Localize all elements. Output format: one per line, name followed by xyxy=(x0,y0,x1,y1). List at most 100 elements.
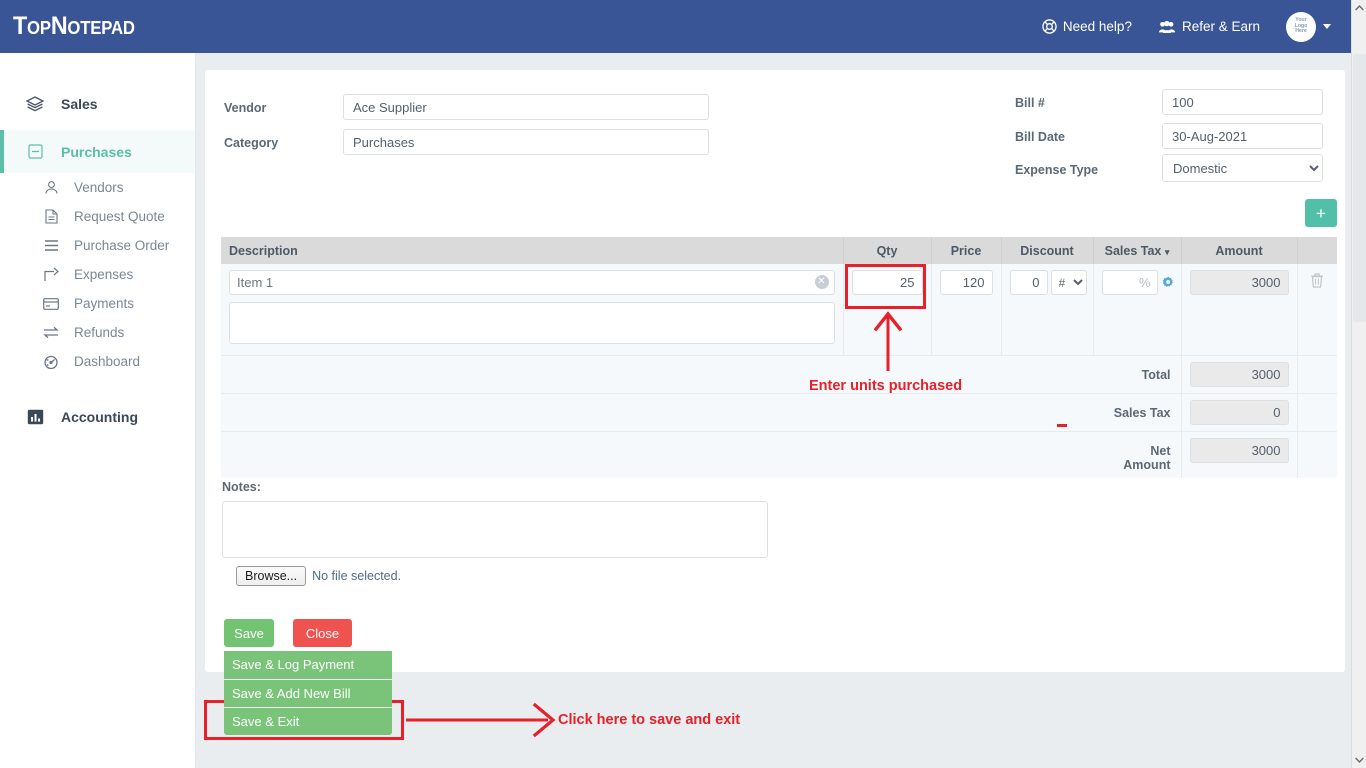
close-button[interactable]: Close xyxy=(293,619,352,647)
list-icon xyxy=(42,239,60,252)
category-input[interactable] xyxy=(343,129,709,155)
cell-delete xyxy=(1297,264,1337,356)
chevron-down-icon[interactable]: ▾ xyxy=(1165,247,1170,257)
cell-qty xyxy=(843,264,931,356)
total-action-spacer xyxy=(1297,356,1337,394)
page-content: Vendor Category Bill # Bill Date Expense… xyxy=(196,53,1351,768)
discount-input[interactable] xyxy=(1010,270,1048,295)
clear-icon[interactable]: ✕ xyxy=(815,275,829,289)
long-description-textarea[interactable] xyxy=(229,302,835,344)
vendor-input[interactable] xyxy=(343,94,709,120)
user-icon xyxy=(42,180,60,195)
chevron-down-icon[interactable] xyxy=(1323,24,1331,29)
cell-price xyxy=(931,264,1001,356)
cell-discount: # % xyxy=(1001,264,1093,356)
user-menu[interactable]: Your Logo Here xyxy=(1286,12,1331,42)
gear-icon[interactable] xyxy=(1162,276,1175,289)
menu-item-save-add-new-bill[interactable]: Save & Add New Bill xyxy=(224,679,392,707)
menu-item-save-log-payment[interactable]: Save & Log Payment xyxy=(224,651,392,679)
sidebar-item-dashboard[interactable]: Dashboard xyxy=(0,347,195,376)
sidebar-item-purchase-order[interactable]: Purchase Order xyxy=(0,231,195,260)
qty-annotation-text: Enter units purchased xyxy=(809,378,962,394)
cell-sales-tax xyxy=(1093,264,1181,356)
sidebar-item-payments[interactable]: Payments xyxy=(0,289,195,318)
trash-icon[interactable] xyxy=(1306,270,1330,288)
salestax-spacer xyxy=(221,394,1093,432)
avatar-line-3: Here xyxy=(1295,29,1307,35)
header-sales-tax-label: Sales Tax xyxy=(1105,244,1162,258)
scroll-down-arrow-icon[interactable] xyxy=(1352,752,1366,768)
qty-input[interactable] xyxy=(852,270,923,295)
sidebar-item-label: Purchases xyxy=(61,144,132,160)
scroll-up-arrow-icon[interactable] xyxy=(1352,0,1366,16)
total-value xyxy=(1190,362,1289,387)
file-upload-row: Browse... No file selected. xyxy=(236,566,401,586)
bar-chart-icon xyxy=(25,409,45,425)
sales-tax-input[interactable] xyxy=(1102,270,1158,295)
sales-tax-total-value xyxy=(1190,400,1289,425)
bill-form-card: Vendor Category Bill # Bill Date Expense… xyxy=(205,70,1345,672)
top-header-bar: TopNotepad Need help? xyxy=(0,0,1351,53)
need-help-link[interactable]: Need help? xyxy=(1042,19,1132,34)
sidebar-group-accounting[interactable]: Accounting xyxy=(0,394,195,439)
cell-amount xyxy=(1181,264,1297,356)
browse-button[interactable]: Browse... xyxy=(236,566,306,586)
sidebar-item-refunds[interactable]: Refunds xyxy=(0,318,195,347)
refer-earn-link[interactable]: Refer & Earn xyxy=(1158,19,1260,34)
description-input[interactable] xyxy=(229,270,835,295)
avatar[interactable]: Your Logo Here xyxy=(1286,12,1316,42)
category-label: Category xyxy=(224,136,278,150)
net-amount-row: Net Amount xyxy=(221,432,1337,479)
app-logo[interactable]: TopNotepad xyxy=(13,12,135,41)
bill-number-input[interactable] xyxy=(1162,89,1323,115)
life-ring-icon xyxy=(1042,19,1057,34)
discount-unit-select[interactable]: # % xyxy=(1051,270,1087,295)
sidebar-item-label: Purchase Order xyxy=(74,238,169,253)
bill-date-input[interactable] xyxy=(1162,123,1323,149)
expense-type-select[interactable]: Domestic International xyxy=(1162,154,1323,182)
save-dropdown-menu: Save & Log Payment Save & Add New Bill S… xyxy=(224,651,392,735)
sales-tax-total-cell xyxy=(1181,394,1297,432)
menu-item-save-exit[interactable]: Save & Exit xyxy=(224,707,392,735)
net-amount-value xyxy=(1190,438,1289,463)
sales-tax-row: Sales Tax xyxy=(221,394,1337,432)
sidebar-item-purchases[interactable]: Purchases xyxy=(0,130,195,173)
notes-textarea[interactable] xyxy=(222,501,768,558)
exchange-icon xyxy=(42,326,60,339)
need-help-label: Need help? xyxy=(1063,19,1132,34)
total-row: Total xyxy=(221,356,1337,394)
vertical-scrollbar[interactable] xyxy=(1351,0,1366,768)
sidebar-item-label: Payments xyxy=(74,296,134,311)
save-button[interactable]: Save xyxy=(224,619,274,647)
sales-tax-wrapper xyxy=(1102,270,1173,295)
bill-date-label: Bill Date xyxy=(1015,130,1065,144)
sidebar-item-expenses[interactable]: Expenses xyxy=(0,260,195,289)
header-sales-tax[interactable]: Sales Tax ▾ xyxy=(1093,237,1181,264)
notes-label: Notes: xyxy=(222,480,261,494)
red-dash-mark xyxy=(1057,424,1067,427)
header-description: Description xyxy=(221,237,843,264)
net-action-spacer xyxy=(1297,432,1337,479)
header-discount: Discount xyxy=(1001,237,1093,264)
salestax-action-spacer xyxy=(1297,394,1337,432)
sidebar-group-sales[interactable]: Sales xyxy=(0,81,195,126)
net-amount-cell xyxy=(1181,432,1297,479)
sidebar-group-label: Accounting xyxy=(61,409,138,425)
scrollbar-thumb[interactable] xyxy=(1353,54,1366,322)
file-status-label: No file selected. xyxy=(312,569,401,583)
layers-icon xyxy=(25,96,45,112)
sidebar-item-request-quote[interactable]: Request Quote xyxy=(0,202,195,231)
dashboard-icon xyxy=(42,355,60,369)
refer-earn-label: Refer & Earn xyxy=(1182,19,1260,34)
sidebar-item-label: Vendors xyxy=(74,180,124,195)
cell-description: ✕ xyxy=(221,264,843,356)
users-icon xyxy=(1158,20,1176,34)
price-input[interactable] xyxy=(940,270,993,295)
net-amount-label: Net Amount xyxy=(1093,432,1181,479)
add-row-button[interactable]: + xyxy=(1305,199,1337,227)
sidebar-item-vendors[interactable]: Vendors xyxy=(0,173,195,202)
discount-wrapper: # % xyxy=(1010,270,1085,295)
bill-number-label: Bill # xyxy=(1015,96,1045,110)
total-label: Total xyxy=(1093,356,1181,394)
save-exit-annotation-text: Click here to save and exit xyxy=(558,712,740,728)
